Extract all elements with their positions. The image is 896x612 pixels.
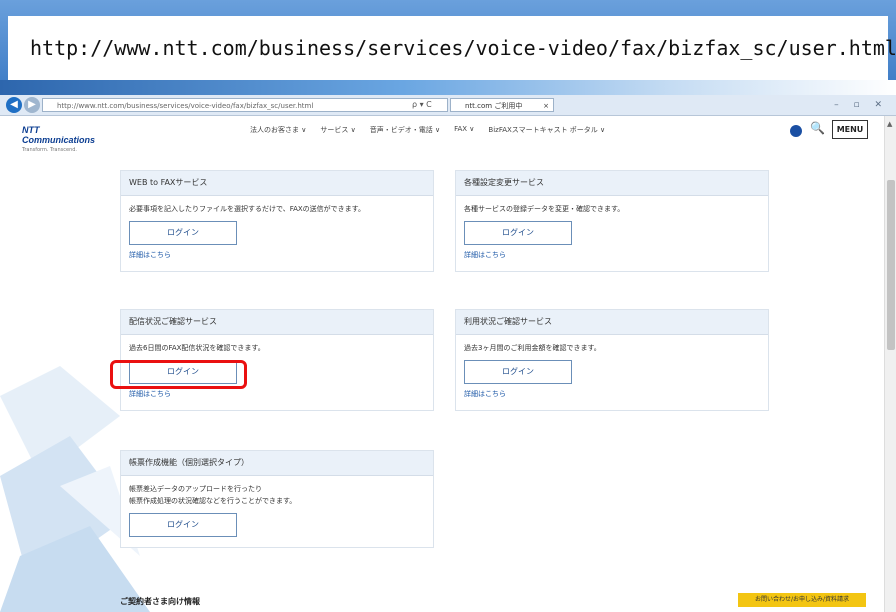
details-link[interactable]: 詳細はこちら [121, 245, 433, 260]
back-button[interactable]: ◀ [6, 97, 22, 113]
inquiry-button[interactable]: お問い合わせ/お申し込み/資料請求 [738, 593, 866, 607]
highlight-box [110, 360, 247, 389]
card-description-line2: 帳票作成処理の状況確認などを行うことができます。 [129, 497, 297, 505]
scroll-up-icon[interactable]: ▲ [887, 120, 892, 128]
url-banner-text: http://www.ntt.com/business/services/voi… [30, 36, 896, 60]
address-bar[interactable]: http://www.ntt.com/business/services/voi… [42, 98, 448, 112]
tab-close-icon[interactable]: × [543, 99, 549, 113]
details-link[interactable]: 詳細はこちら [456, 384, 768, 399]
card-description: 各種サービスの登録データを変更・確認できます。 [464, 205, 625, 213]
scroll-thumb[interactable] [887, 180, 895, 350]
contract-info-heading: ご契約者さま向け情報 [120, 597, 200, 606]
logo-name: NTT Communications [22, 125, 96, 145]
search-icon[interactable]: 🔍 [810, 121, 825, 135]
card-form-creation: 帳票作成機能（個別選択タイプ） 帳票差込データのアップロードを行ったり 帳票作成… [120, 450, 434, 548]
card-title: 各種設定変更サービス [456, 171, 768, 196]
login-button-web-to-fax[interactable]: ログイン [129, 221, 237, 245]
banner-streak [0, 80, 896, 95]
global-nav: 法人のお客さま ∨ サービス ∨ 音声・ビデオ・電話 ∨ FAX ∨ BizFA… [250, 125, 605, 135]
nav-item-corporate[interactable]: 法人のお客さま ∨ [250, 125, 306, 135]
url-banner: http://www.ntt.com/business/services/voi… [0, 0, 896, 95]
card-web-to-fax: WEB to FAXサービス 必要事項を記入したりファイルを選択するだけで、FA… [120, 170, 434, 272]
nav-item-bizfax-portal[interactable]: BizFAXスマートキャスト ポータル ∨ [488, 125, 605, 135]
card-usage-status: 利用状況ご確認サービス 過去3ヶ月間のご利用金額を確認できます。 ログイン 詳細… [455, 309, 769, 411]
url-banner-box: http://www.ntt.com/business/services/voi… [8, 16, 896, 84]
window-controls[interactable]: – ▫ ✕ [834, 95, 888, 115]
nav-item-fax[interactable]: FAX ∨ [454, 125, 474, 135]
logo-tagline: Transform. Transcend. [22, 147, 78, 153]
login-button-form-creation[interactable]: ログイン [129, 513, 237, 537]
forward-button[interactable]: ▶ [24, 97, 40, 113]
card-description: 過去3ヶ月間のご利用金額を確認できます。 [464, 344, 601, 352]
card-title: WEB to FAXサービス [121, 171, 433, 196]
globe-icon[interactable] [790, 125, 802, 137]
login-button-usage-status[interactable]: ログイン [464, 360, 572, 384]
browser-toolbar: ◀ ▶ http://www.ntt.com/business/services… [0, 95, 896, 116]
address-bar-icons[interactable]: ρ ▾ C [412, 98, 432, 112]
login-button-settings[interactable]: ログイン [464, 221, 572, 245]
card-description: 必要事項を記入したりファイルを選択するだけで、FAXの送信ができます。 [129, 205, 365, 213]
card-title: 利用状況ご確認サービス [456, 310, 768, 335]
nav-item-services[interactable]: サービス ∨ [320, 125, 355, 135]
ntt-logo[interactable]: NTT Communications Transform. Transcend. [22, 125, 102, 153]
browser-tab[interactable]: ntt.com ご利用中 × [450, 98, 554, 112]
card-title: 配信状況ご確認サービス [121, 310, 433, 335]
page-scrollbar[interactable]: ▲ [884, 116, 896, 612]
menu-button[interactable]: MENU [832, 120, 868, 139]
card-settings-change: 各種設定変更サービス 各種サービスの登録データを変更・確認できます。 ログイン … [455, 170, 769, 272]
nav-item-voice-video[interactable]: 音声・ビデオ・電話 ∨ [370, 125, 440, 135]
site-header: NTT Communications Transform. Transcend.… [0, 116, 896, 156]
browser-tab-title: ntt.com ご利用中 [465, 102, 523, 110]
card-title: 帳票作成機能（個別選択タイプ） [121, 451, 433, 476]
details-link[interactable]: 詳細はこちら [456, 245, 768, 260]
main-content: WEB to FAXサービス 必要事項を記入したりファイルを選択するだけで、FA… [0, 156, 884, 612]
card-description: 過去6日間のFAX配信状況を確認できます。 [129, 344, 265, 352]
card-description: 帳票差込データのアップロードを行ったり [129, 485, 262, 493]
